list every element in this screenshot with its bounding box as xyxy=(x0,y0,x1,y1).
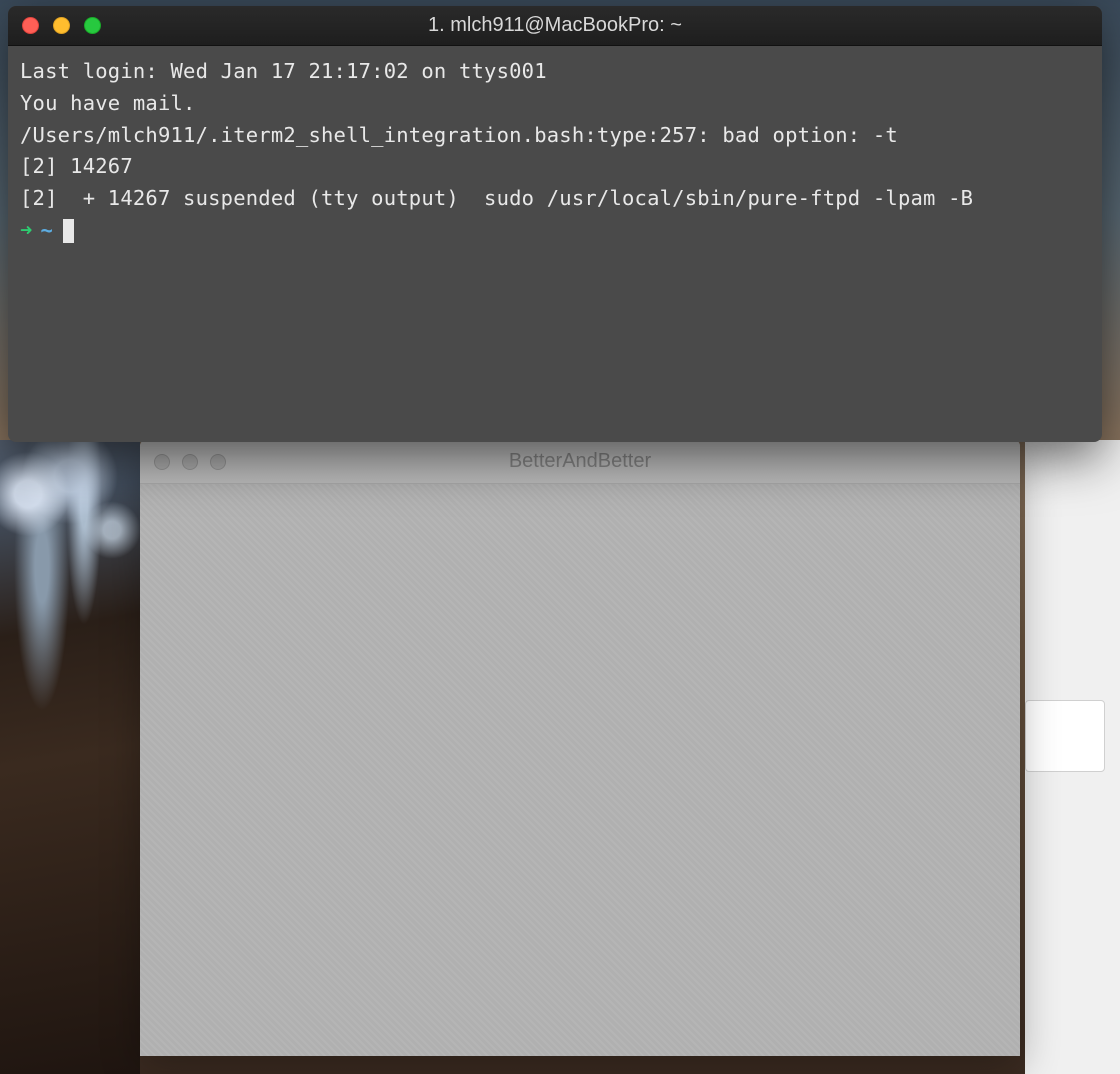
terminal-output[interactable]: Last login: Wed Jan 17 21:17:02 on ttys0… xyxy=(8,46,1102,257)
terminal-title: 1. mlch911@MacBookPro: ~ xyxy=(8,14,1102,37)
close-button[interactable] xyxy=(22,17,39,34)
terminal-line: [2] + 14267 suspended (tty output) sudo … xyxy=(20,183,1090,215)
terminal-line: You have mail. xyxy=(20,88,1090,120)
betterandbetter-titlebar[interactable]: BetterAndBetter xyxy=(140,440,1020,484)
terminal-cursor xyxy=(63,219,74,243)
minimize-button[interactable] xyxy=(53,17,70,34)
betterandbetter-traffic-lights xyxy=(140,454,226,470)
prompt-path: ~ xyxy=(41,215,54,247)
terminal-line: [2] 14267 xyxy=(20,151,1090,183)
betterandbetter-body[interactable] xyxy=(140,484,1020,1056)
terminal-line: /Users/mlch911/.iterm2_shell_integration… xyxy=(20,120,1090,152)
maximize-button[interactable] xyxy=(84,17,101,34)
prompt-arrow-icon: ➜ xyxy=(20,215,33,247)
terminal-window: 1. mlch911@MacBookPro: ~ Last login: Wed… xyxy=(8,6,1102,442)
background-panel xyxy=(1025,440,1120,1074)
close-button-inactive[interactable] xyxy=(154,454,170,470)
betterandbetter-window: BetterAndBetter xyxy=(140,440,1020,1056)
terminal-titlebar[interactable]: 1. mlch911@MacBookPro: ~ xyxy=(8,6,1102,46)
terminal-line: Last login: Wed Jan 17 21:17:02 on ttys0… xyxy=(20,56,1090,88)
terminal-traffic-lights xyxy=(8,17,101,34)
minimize-button-inactive[interactable] xyxy=(182,454,198,470)
desktop-wallpaper-snow xyxy=(0,440,140,620)
terminal-prompt[interactable]: ➜ ~ xyxy=(20,215,1090,247)
maximize-button-inactive[interactable] xyxy=(210,454,226,470)
betterandbetter-title: BetterAndBetter xyxy=(140,450,1020,473)
